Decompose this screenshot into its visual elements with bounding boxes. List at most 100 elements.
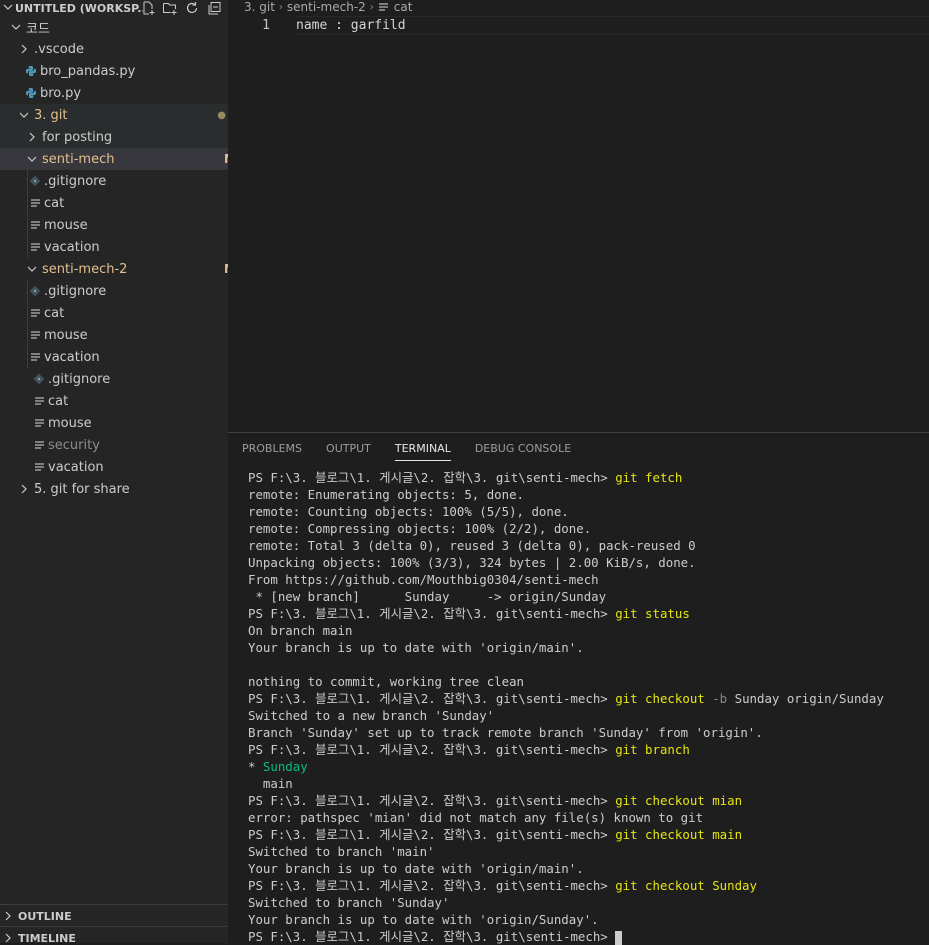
terminal-output-text: Branch 'Sunday' set up to track remote b… — [248, 725, 763, 740]
tree-item-label: mouse — [44, 327, 88, 343]
new-file-icon[interactable] — [139, 0, 156, 16]
tree-item[interactable]: senti-mechM — [0, 148, 228, 170]
tree-item[interactable]: mouse — [0, 214, 228, 236]
text-file-icon — [378, 2, 389, 13]
new-folder-icon[interactable] — [161, 0, 178, 16]
terminal-output-text: main — [248, 776, 293, 791]
current-branch: Sunday — [262, 759, 308, 774]
git-file-icon — [28, 174, 42, 188]
terminal-line: PS F:\3. 블로그\1. 게시글\2. 잡학\3. git\senti-m… — [248, 826, 929, 843]
panel-tabs: PROBLEMS OUTPUT TERMINAL DEBUG CONSOLE — [228, 433, 929, 463]
terminal-args: Sunday origin/Sunday — [734, 691, 884, 706]
text-file-icon — [28, 350, 42, 364]
current-line-highlight — [294, 16, 929, 35]
terminal-line: PS F:\3. 블로그\1. 게시글\2. 잡학\3. git\senti-m… — [248, 605, 929, 622]
breadcrumb-item-subfolder[interactable]: senti-mech-2 — [287, 0, 366, 14]
terminal-output-text: Your branch is up to date with 'origin/S… — [248, 912, 599, 927]
tree-item[interactable]: vacation — [0, 456, 228, 478]
terminal-prompt: PS F:\3. 블로그\1. 게시글\2. 잡학\3. git\senti-m… — [248, 742, 608, 757]
breadcrumb: 3. git › senti-mech-2 › cat — [228, 0, 929, 14]
tree-item-label: cat — [44, 195, 65, 211]
breadcrumb-item-folder[interactable]: 3. git — [244, 0, 275, 14]
tree-item[interactable]: cat — [0, 390, 228, 412]
explorer-sidebar: UNTITLED (WORKSP... 코드 .vscode bro_pandas.… — [0, 0, 228, 943]
breadcrumb-item-file[interactable]: cat — [394, 0, 413, 14]
tree-item[interactable]: mouse — [0, 324, 228, 346]
terminal-prompt: PS F:\3. 블로그\1. 게시글\2. 잡학\3. git\senti-m… — [248, 606, 608, 621]
tree-item[interactable]: 코드 — [0, 16, 228, 38]
terminal-cursor[interactable] — [615, 930, 623, 945]
tree-item[interactable]: bro_pandas.py — [0, 60, 228, 82]
tree-item-label: mouse — [48, 415, 92, 431]
chevron-right-icon[interactable] — [16, 41, 32, 57]
terminal-prompt: PS F:\3. 블로그\1. 게시글\2. 잡학\3. git\senti-m… — [248, 691, 608, 706]
terminal-line: PS F:\3. 블로그\1. 게시글\2. 잡학\3. git\senti-m… — [248, 741, 929, 758]
tree-item-label: security — [48, 437, 100, 453]
timeline-section-header[interactable]: TIMELINE — [0, 926, 228, 943]
terminal-command: git checkout mian — [615, 793, 743, 808]
chevron-right-icon[interactable] — [16, 481, 32, 497]
terminal-command: git checkout — [615, 691, 705, 706]
chevron-right-icon[interactable] — [24, 129, 40, 145]
terminal-line: From https://github.com/Mouthbig0304/sen… — [248, 571, 929, 588]
terminal-line: PS F:\3. 블로그\1. 게시글\2. 잡학\3. git\senti-m… — [248, 690, 929, 707]
tree-item[interactable]: .gitignore — [0, 368, 228, 390]
text-file-icon — [32, 460, 46, 474]
terminal-command: git checkout main — [615, 827, 743, 842]
tree-item[interactable]: senti-mech-2M — [0, 258, 228, 280]
tab-problems[interactable]: PROBLEMS — [242, 433, 302, 463]
terminal-command: git branch — [615, 742, 690, 757]
modified-dot: ● — [217, 109, 226, 121]
terminal-line: Switched to branch 'main' — [248, 843, 929, 860]
code-line[interactable]: 1 name : garfild — [228, 16, 929, 35]
refresh-icon[interactable] — [183, 0, 200, 16]
terminal-line: Your branch is up to date with 'origin/S… — [248, 911, 929, 928]
terminal-output-text: On branch main — [248, 623, 353, 638]
tree-item[interactable]: 5. git for share — [0, 478, 228, 500]
tree-item-label: senti-mech-2 — [42, 261, 128, 277]
tree-item-label: .vscode — [34, 41, 84, 57]
git-file-icon — [32, 372, 46, 386]
terminal-line: remote: Counting objects: 100% (5/5), do… — [248, 503, 929, 520]
chevron-down-icon[interactable] — [16, 107, 32, 123]
tree-item[interactable]: vacation — [0, 236, 228, 258]
python-file-icon — [24, 86, 38, 100]
outline-section-header[interactable]: OUTLINE — [0, 904, 228, 927]
terminal-line: PS F:\3. 블로그\1. 게시글\2. 잡학\3. git\senti-m… — [248, 877, 929, 894]
tree-item[interactable]: .vscode — [0, 38, 228, 60]
tab-terminal[interactable]: TERMINAL — [394, 433, 451, 463]
terminal-line: * Sunday — [248, 758, 929, 775]
tree-item-label: .gitignore — [48, 371, 111, 387]
tree-item[interactable]: for posting — [0, 126, 228, 148]
tree-item[interactable]: cat — [0, 192, 228, 214]
tree-item-label: vacation — [44, 239, 100, 255]
tree-item[interactable]: cat — [0, 302, 228, 324]
terminal-output-text: remote: Counting objects: 100% (5/5), do… — [248, 504, 569, 519]
tab-output[interactable]: OUTPUT — [326, 433, 371, 463]
editor-area[interactable]: 3. git › senti-mech-2 › cat 1 name : gar… — [228, 0, 929, 432]
collapse-all-icon[interactable] — [205, 0, 222, 16]
tree-item[interactable]: bro.py — [0, 82, 228, 104]
terminal-line: Your branch is up to date with 'origin/m… — [248, 639, 929, 656]
chevron-down-icon[interactable] — [3, 2, 13, 15]
tree-item[interactable]: vacation — [0, 346, 228, 368]
tab-debug-console[interactable]: DEBUG CONSOLE — [475, 433, 571, 463]
chevron-down-icon[interactable] — [24, 261, 40, 277]
terminal-output-text: Your branch is up to date with 'origin/m… — [248, 861, 584, 876]
tree-item[interactable]: .gitignore — [0, 280, 228, 302]
python-file-icon — [24, 64, 38, 78]
tree-item[interactable]: security — [0, 434, 228, 456]
tree-item[interactable]: mouse — [0, 412, 228, 434]
terminal-output[interactable]: PS F:\3. 블로그\1. 게시글\2. 잡학\3. git\senti-m… — [248, 469, 929, 945]
explorer-header[interactable]: UNTITLED (WORKSP... — [0, 0, 228, 16]
terminal-output-text: remote: Total 3 (delta 0), reused 3 (del… — [248, 538, 696, 553]
text-file-icon — [28, 196, 42, 210]
chevron-down-icon[interactable] — [8, 19, 24, 35]
tree-item-label: mouse — [44, 217, 88, 233]
text-file-icon — [28, 306, 42, 320]
tree-item[interactable]: 3. git ● — [0, 104, 228, 126]
chevron-down-icon[interactable] — [24, 151, 40, 167]
terminal-output-text: Unpacking objects: 100% (3/3), 324 bytes… — [248, 555, 696, 570]
tree-item[interactable]: .gitignore — [0, 170, 228, 192]
terminal-prompt: PS F:\3. 블로그\1. 게시글\2. 잡학\3. git\senti-m… — [248, 878, 608, 893]
